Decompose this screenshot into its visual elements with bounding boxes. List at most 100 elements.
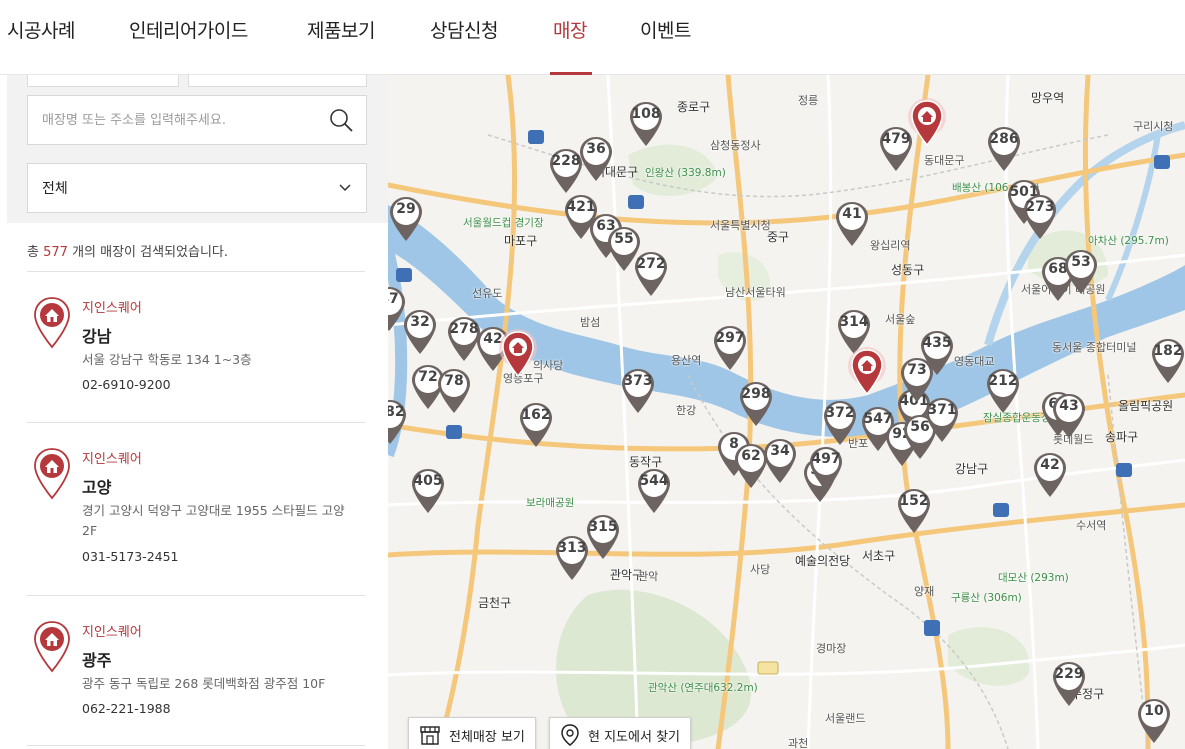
store-cluster-marker[interactable]: 405 [410, 467, 446, 515]
search-this-area-button[interactable]: 현 지도에서 찾기 [549, 717, 691, 749]
map-label: 성동구 [891, 263, 925, 277]
map-label: 보라매공원 [526, 497, 575, 509]
store-cluster-marker[interactable]: 544 [636, 467, 672, 515]
store-cluster-marker[interactable]: 212 [985, 367, 1021, 415]
map-label: 송파구 [1105, 430, 1139, 444]
store-cluster-marker[interactable]: 282 [388, 398, 408, 446]
cluster-count: 32 [410, 314, 430, 330]
search-input[interactable] [28, 96, 316, 144]
store-cluster-marker[interactable]: 108 [628, 100, 664, 148]
cluster-count: 272 [636, 256, 666, 272]
store-cluster-marker[interactable]: 497 [808, 445, 844, 493]
cluster-count: 162 [521, 407, 551, 423]
map-label: 한강 [676, 404, 697, 417]
filter-panel: 전체 [7, 75, 388, 223]
store-cluster-marker[interactable]: 42 [1032, 451, 1068, 499]
map-label: 과천 [788, 737, 809, 749]
store-cluster-marker[interactable]: 78 [436, 367, 472, 415]
store-cluster-marker[interactable]: 43 [1051, 392, 1087, 440]
store-cluster-marker[interactable]: 162 [518, 401, 554, 449]
map-label: 사당 [750, 563, 771, 576]
store-cluster-marker[interactable]: 182 [1150, 337, 1185, 385]
cluster-count: 229 [1054, 666, 1084, 682]
store-cluster-marker[interactable]: 53 [1063, 248, 1099, 296]
map-label: 선유도 [472, 287, 503, 300]
store-marker-icon[interactable] [907, 97, 947, 151]
view-all-stores-button[interactable]: 전체매장 보기 [408, 717, 536, 749]
store-cluster-marker[interactable]: 372 [822, 399, 858, 447]
store-cluster-marker[interactable]: 228 [548, 147, 584, 195]
map-label: 인왕산 (339.8m) [645, 167, 726, 179]
search-box [27, 95, 367, 145]
cluster-count: 78 [444, 373, 464, 389]
cluster-count: 152 [899, 493, 929, 509]
map-label: 올림픽공원 [1118, 399, 1174, 413]
filter-dropdown-stub[interactable] [27, 75, 179, 87]
view-all-stores-label: 전체매장 보기 [449, 729, 525, 745]
map-label: 금천구 [478, 596, 512, 610]
cluster-count: 372 [825, 405, 855, 421]
cluster-count: 29 [396, 201, 416, 217]
map-label: 마포구 [504, 234, 538, 248]
search-button[interactable] [316, 96, 366, 144]
store-address: 경기 고양시 덕양구 고양대로 1955 스타필드 고양 2F [82, 503, 345, 538]
map-label: 서울월드컵 경기장 [463, 217, 544, 229]
map-label: 남산서울타워 [725, 286, 786, 299]
nav-events[interactable]: 이벤트 [640, 16, 691, 43]
store-cluster-marker[interactable]: 34 [762, 437, 798, 485]
store-pin-icon [34, 297, 70, 349]
store-cluster-marker[interactable]: 152 [896, 487, 932, 535]
store-cluster-marker[interactable]: 229 [1051, 660, 1087, 708]
result-suffix: 개의 매장이 검색되었습니다. [72, 245, 228, 260]
cluster-count: 182 [1153, 343, 1183, 359]
store-front-icon [420, 726, 440, 745]
store-item[interactable]: 지인스퀘어 고양 경기 고양시 덕양구 고양대로 1955 스타필드 고양 2F… [27, 448, 365, 578]
store-brand: 지인스퀘어 [82, 301, 142, 316]
cluster-count: 228 [551, 153, 581, 169]
store-cluster-marker[interactable]: 298 [738, 380, 774, 428]
cluster-count: 41 [842, 206, 862, 222]
region-select[interactable]: 전체 [27, 163, 367, 213]
store-cluster-marker[interactable]: 73 [899, 356, 935, 404]
map-label: 망우역 [1031, 91, 1065, 105]
filter-dropdown-stub[interactable] [188, 75, 367, 87]
store-cluster-marker[interactable]: 297 [712, 324, 748, 372]
nav-construction-cases[interactable]: 시공사례 [7, 16, 75, 43]
store-cluster-marker[interactable]: 272 [633, 250, 669, 298]
nav-interior-guide[interactable]: 인테리어가이드 [129, 16, 248, 43]
store-item[interactable]: 지인스퀘어 광주 광주 동구 독립로 268 롯데백화점 광주점 10F 062… [27, 621, 365, 731]
store-cluster-marker[interactable]: 313 [554, 534, 590, 582]
store-cluster-marker[interactable]: 273 [1022, 193, 1058, 241]
top-navigation: 시공사례 인테리어가이드 제품보기 상담신청 매장 이벤트 [0, 0, 1185, 75]
active-tab-underline [550, 72, 592, 75]
store-cluster-marker[interactable]: 29 [388, 195, 424, 243]
cluster-count: 42 [1040, 457, 1060, 473]
search-icon [330, 109, 353, 132]
map-label: 아차산 (295.7m) [1088, 235, 1169, 247]
cluster-count: 373 [623, 373, 653, 389]
store-cluster-marker[interactable]: 373 [620, 367, 656, 415]
store-name: 고양 [82, 478, 112, 497]
store-item[interactable]: 지인스퀘어 강남 서울 강남구 학동로 134 1~3층 02-6910-920… [27, 297, 365, 407]
cluster-count: 497 [811, 451, 841, 467]
store-phone: 062-221-1988 [82, 701, 171, 716]
nav-products[interactable]: 제품보기 [307, 16, 375, 43]
store-cluster-marker[interactable]: 315 [585, 513, 621, 561]
store-address: 서울 강남구 학동로 134 1~3층 [82, 352, 252, 367]
nav-stores[interactable]: 매장 [553, 16, 587, 43]
nav-consultation[interactable]: 상담신청 [430, 16, 498, 43]
store-phone: 02-6910-9200 [82, 377, 171, 392]
store-cluster-marker[interactable]: 286 [986, 125, 1022, 173]
store-marker-icon[interactable] [847, 346, 887, 400]
store-cluster-marker[interactable]: 41 [834, 200, 870, 248]
cluster-count: 10 [1144, 703, 1164, 719]
store-cluster-marker[interactable]: 10 [1136, 697, 1172, 745]
result-count: 총 577 개의 매장이 검색되었습니다. [27, 241, 228, 260]
store-map[interactable]: 종로구 중구 마포구 성동구 동작구 관악구 서초구 강남구 송파구 금천구 망… [388, 75, 1185, 749]
store-cluster-marker[interactable]: 32 [402, 308, 438, 356]
result-prefix: 총 [27, 245, 39, 260]
map-label: 동서울 종합터미널 [1052, 341, 1137, 354]
store-pin-icon [34, 621, 70, 673]
store-pin-icon [34, 448, 70, 500]
store-marker-icon[interactable] [498, 328, 538, 382]
